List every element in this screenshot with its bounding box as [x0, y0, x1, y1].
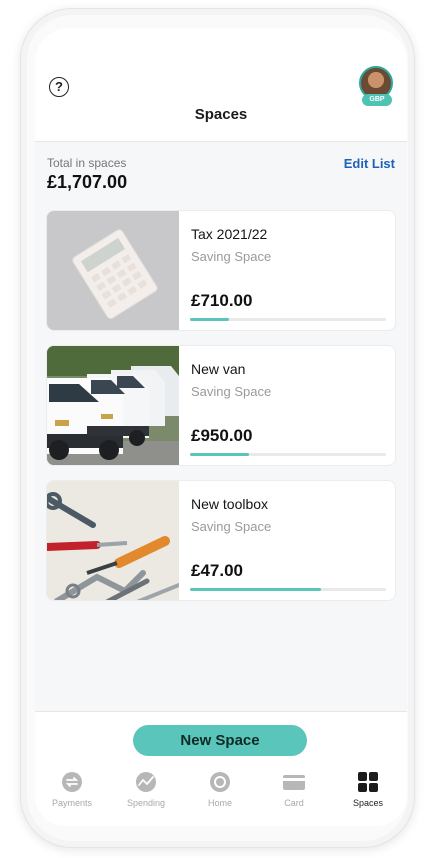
- space-title: New van: [191, 361, 246, 377]
- page-title: Spaces: [194, 106, 248, 123]
- spaces-icon: [353, 769, 383, 795]
- payments-icon: [57, 769, 87, 795]
- card-icon: [279, 769, 309, 795]
- vans-photo: [47, 346, 179, 465]
- progress-fill: [190, 318, 230, 321]
- space-subtitle: Saving Space: [191, 249, 272, 264]
- space-subtitle: Saving Space: [191, 519, 272, 534]
- space-amount: £47.00: [191, 561, 243, 580]
- space-title: Tax 2021/22: [191, 226, 268, 242]
- progress-fill: [190, 453, 249, 456]
- total-label: Total in spaces: [47, 156, 127, 170]
- space-card[interactable]: Tax 2021/22 Saving Space £710.00: [46, 210, 396, 331]
- home-icon: [205, 769, 235, 795]
- edit-list-link[interactable]: Edit List: [344, 156, 395, 171]
- new-space-button[interactable]: New Space: [133, 725, 307, 756]
- calculator-photo: [47, 211, 179, 330]
- tab-label: Payments: [51, 798, 93, 808]
- space-title: New toolbox: [191, 496, 269, 512]
- tab-label: Spaces: [352, 798, 384, 808]
- tools-photo: [47, 481, 179, 600]
- tab-spaces[interactable]: Spaces: [331, 769, 405, 808]
- tab-card[interactable]: Card: [257, 769, 331, 808]
- tab-label: Home: [207, 798, 232, 808]
- progress-track: [190, 453, 386, 456]
- app-screen: ? Spaces GBP Total in spaces £1,707.00 E…: [35, 28, 407, 826]
- total-amount: £1,707.00: [47, 172, 128, 192]
- space-subtitle: Saving Space: [191, 384, 272, 399]
- spending-icon: [131, 769, 161, 795]
- space-card[interactable]: New toolbox Saving Space £47.00: [46, 480, 396, 601]
- progress-track: [190, 588, 386, 591]
- tab-bar: Payments Spending Home Card Spaces: [35, 769, 407, 826]
- tab-label: Spending: [126, 798, 166, 808]
- currency-badge: GBP: [362, 94, 392, 106]
- progress-track: [190, 318, 386, 321]
- help-icon[interactable]: ?: [49, 77, 69, 97]
- tab-label: Card: [284, 798, 304, 808]
- profile-button[interactable]: GBP: [359, 66, 395, 106]
- space-amount: £710.00: [191, 291, 253, 310]
- space-amount: £950.00: [191, 426, 253, 445]
- app-header: ? Spaces GBP: [35, 28, 407, 142]
- tab-spending[interactable]: Spending: [109, 769, 183, 808]
- space-card[interactable]: New van Saving Space £950.00: [46, 345, 396, 466]
- bottom-bar: New Space Payments Spending Home Card Sp…: [35, 711, 407, 826]
- progress-fill: [190, 588, 322, 591]
- tab-home[interactable]: Home: [183, 769, 257, 808]
- tab-payments[interactable]: Payments: [35, 769, 109, 808]
